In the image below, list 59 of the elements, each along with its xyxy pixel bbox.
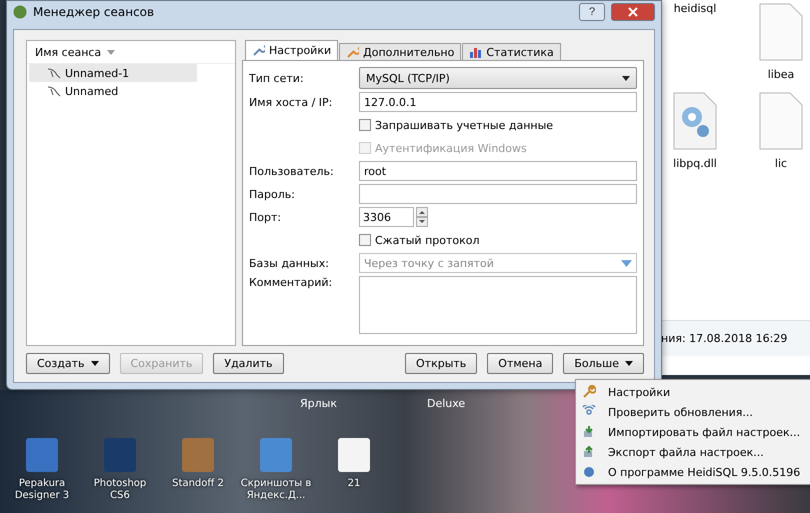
file-name[interactable]: lic [774,157,788,170]
databases-field[interactable]: Через точку с запятой [359,253,637,273]
shortcut-label[interactable]: Pepakura Designer 3 [6,478,78,502]
session-item[interactable]: Unnamed-1 [29,64,197,82]
bar-chart-icon [469,46,482,58]
checkbox[interactable]: Запрашивать учетные данные [359,118,554,132]
input-field[interactable]: 127.0.0.1 [359,92,637,112]
menu-item[interactable]: Экспорт файла настроек... [576,442,810,462]
app-icon [13,5,27,19]
field-label: Комментарий: [249,276,334,289]
info-icon [582,465,596,479]
field-label: Базы данных: [249,256,330,270]
button[interactable]: Создать [26,352,110,374]
close-icon [628,7,638,17]
shortcut-label[interactable]: 21 [348,478,360,490]
menu-item[interactable]: Настройки [576,382,810,402]
spin-buttons-icon[interactable] [416,207,428,227]
shortcut-label[interactable]: Скриншоты в Яндекс.Д... [240,478,312,502]
field-label: Имя хоста / IP: [249,96,334,108]
wrench-icon [252,44,265,57]
wrench-icon [582,385,596,399]
tab[interactable]: Настройки [245,40,338,60]
button[interactable]: Открыть [405,352,478,374]
button[interactable]: Удалить [213,352,284,374]
input-field[interactable] [359,184,637,204]
button[interactable]: Отмена [487,352,554,374]
caret-icon [90,360,98,366]
comment-field[interactable] [359,276,637,334]
checkbox[interactable]: Сжатый протокол [359,234,480,246]
icon-caption: Ярлык [300,397,337,410]
tab[interactable]: Статистика [462,43,561,60]
field-label: Тип сети: [249,72,305,84]
menu-item[interactable]: О программе HeidiSQL 9.5.0.5196 [576,462,810,482]
shortcut-label[interactable]: Standoff 2 [172,478,224,490]
menu-item[interactable]: Проверить обновления... [576,402,810,422]
network-type-select[interactable]: MySQL (TCP/IP) [359,67,637,89]
close-button[interactable] [611,3,655,21]
help-button[interactable]: ? [579,3,605,21]
wrench-icon [346,46,360,58]
field-label: Пользователь: [249,164,335,178]
input-field[interactable]: root [359,161,637,181]
sort-icon [107,50,116,54]
tab[interactable]: Дополнительно [339,43,462,60]
caret-icon [622,76,630,80]
port-field[interactable]: 3306 [359,207,414,227]
column-header[interactable]: Имя сеанса [35,46,102,58]
caret-icon [621,260,632,266]
field-label: Порт: [249,210,282,224]
session-item[interactable]: Unnamed [29,82,197,100]
menu-item[interactable]: Импортировать файл настроек... [576,422,810,442]
field-label: Пароль: [249,188,296,200]
icon-caption: Deluxe [427,397,466,410]
file-name[interactable]: libea [768,68,794,81]
button[interactable]: Больше [563,352,644,374]
caret-icon [625,360,633,366]
shortcut-label[interactable]: Photoshop CS6 [84,478,156,502]
window-title: Менеджер сеансов [33,5,156,19]
file-name[interactable]: libpq.dll [673,157,717,170]
file-name[interactable]: heidisql [674,2,716,15]
